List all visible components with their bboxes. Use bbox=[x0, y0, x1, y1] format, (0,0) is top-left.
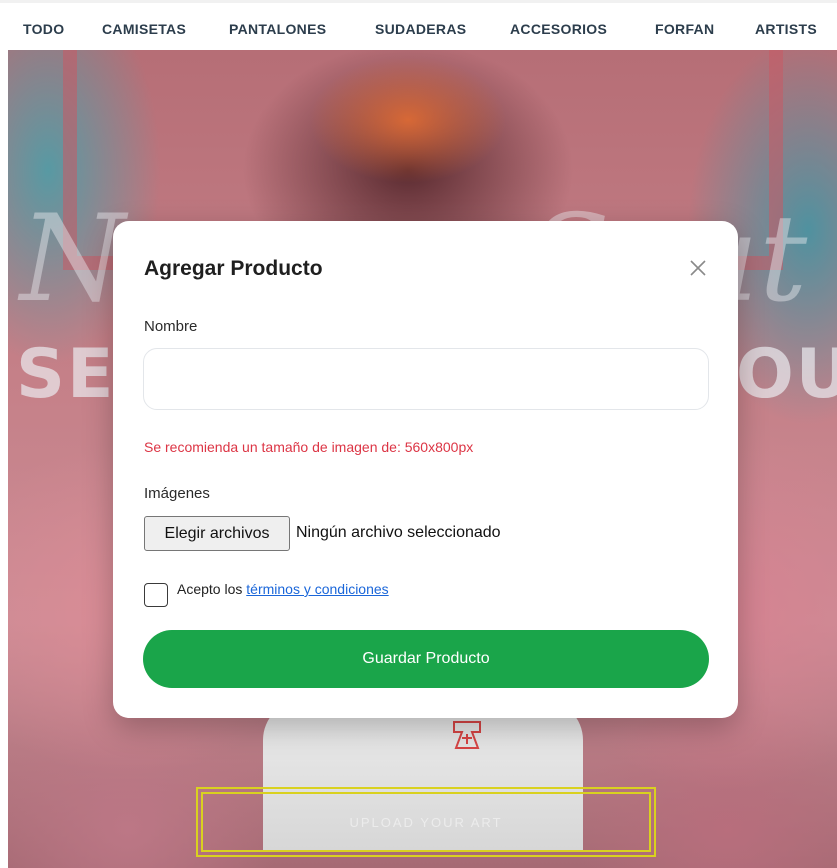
terms-prefix: Acepto los bbox=[177, 581, 247, 597]
terms-link[interactable]: términos y condiciones bbox=[246, 581, 388, 597]
nav-item-artists[interactable]: ARTISTS bbox=[755, 21, 817, 37]
nav-item-accesorios[interactable]: ACCESORIOS bbox=[510, 21, 607, 37]
file-status-text: Ningún archivo seleccionado bbox=[296, 524, 501, 541]
terms-checkbox[interactable] bbox=[144, 583, 168, 607]
save-product-button[interactable]: Guardar Producto bbox=[143, 630, 709, 688]
nav-item-camisetas[interactable]: CAMISETAS bbox=[102, 21, 186, 37]
top-navigation: TODO CAMISETAS PANTALONES SUDADERAS ACCE… bbox=[0, 0, 837, 50]
nav-item-forfan[interactable]: FORFAN bbox=[655, 21, 714, 37]
terms-label: Acepto los términos y condiciones bbox=[177, 581, 389, 597]
modal-title: Agregar Producto bbox=[144, 257, 323, 280]
nav-item-todo[interactable]: TODO bbox=[23, 21, 64, 37]
nav-item-pantalones[interactable]: PANTALONES bbox=[229, 21, 326, 37]
hero-big-text-right: OU bbox=[736, 335, 837, 414]
hero-script-text-left: N bbox=[20, 190, 125, 329]
images-field-label: Imágenes bbox=[144, 485, 210, 502]
add-product-modal: Agregar Producto Nombre Se recomienda un… bbox=[113, 221, 738, 718]
close-icon[interactable] bbox=[687, 257, 709, 279]
tshirt-logo-icon bbox=[453, 721, 481, 749]
name-field-label: Nombre bbox=[144, 318, 198, 335]
nav-item-sudaderas[interactable]: SUDADERAS bbox=[375, 21, 466, 37]
image-size-warning: Se recomienda un tamaño de imagen de: 56… bbox=[144, 439, 474, 455]
name-input[interactable] bbox=[143, 348, 709, 410]
hero-big-text-left: SE bbox=[16, 335, 116, 414]
choose-files-button[interactable]: Elegir archivos bbox=[144, 516, 290, 551]
upload-your-art-label: UPLOAD YOUR ART bbox=[349, 814, 503, 830]
upload-your-art-button[interactable]: UPLOAD YOUR ART bbox=[196, 787, 656, 857]
